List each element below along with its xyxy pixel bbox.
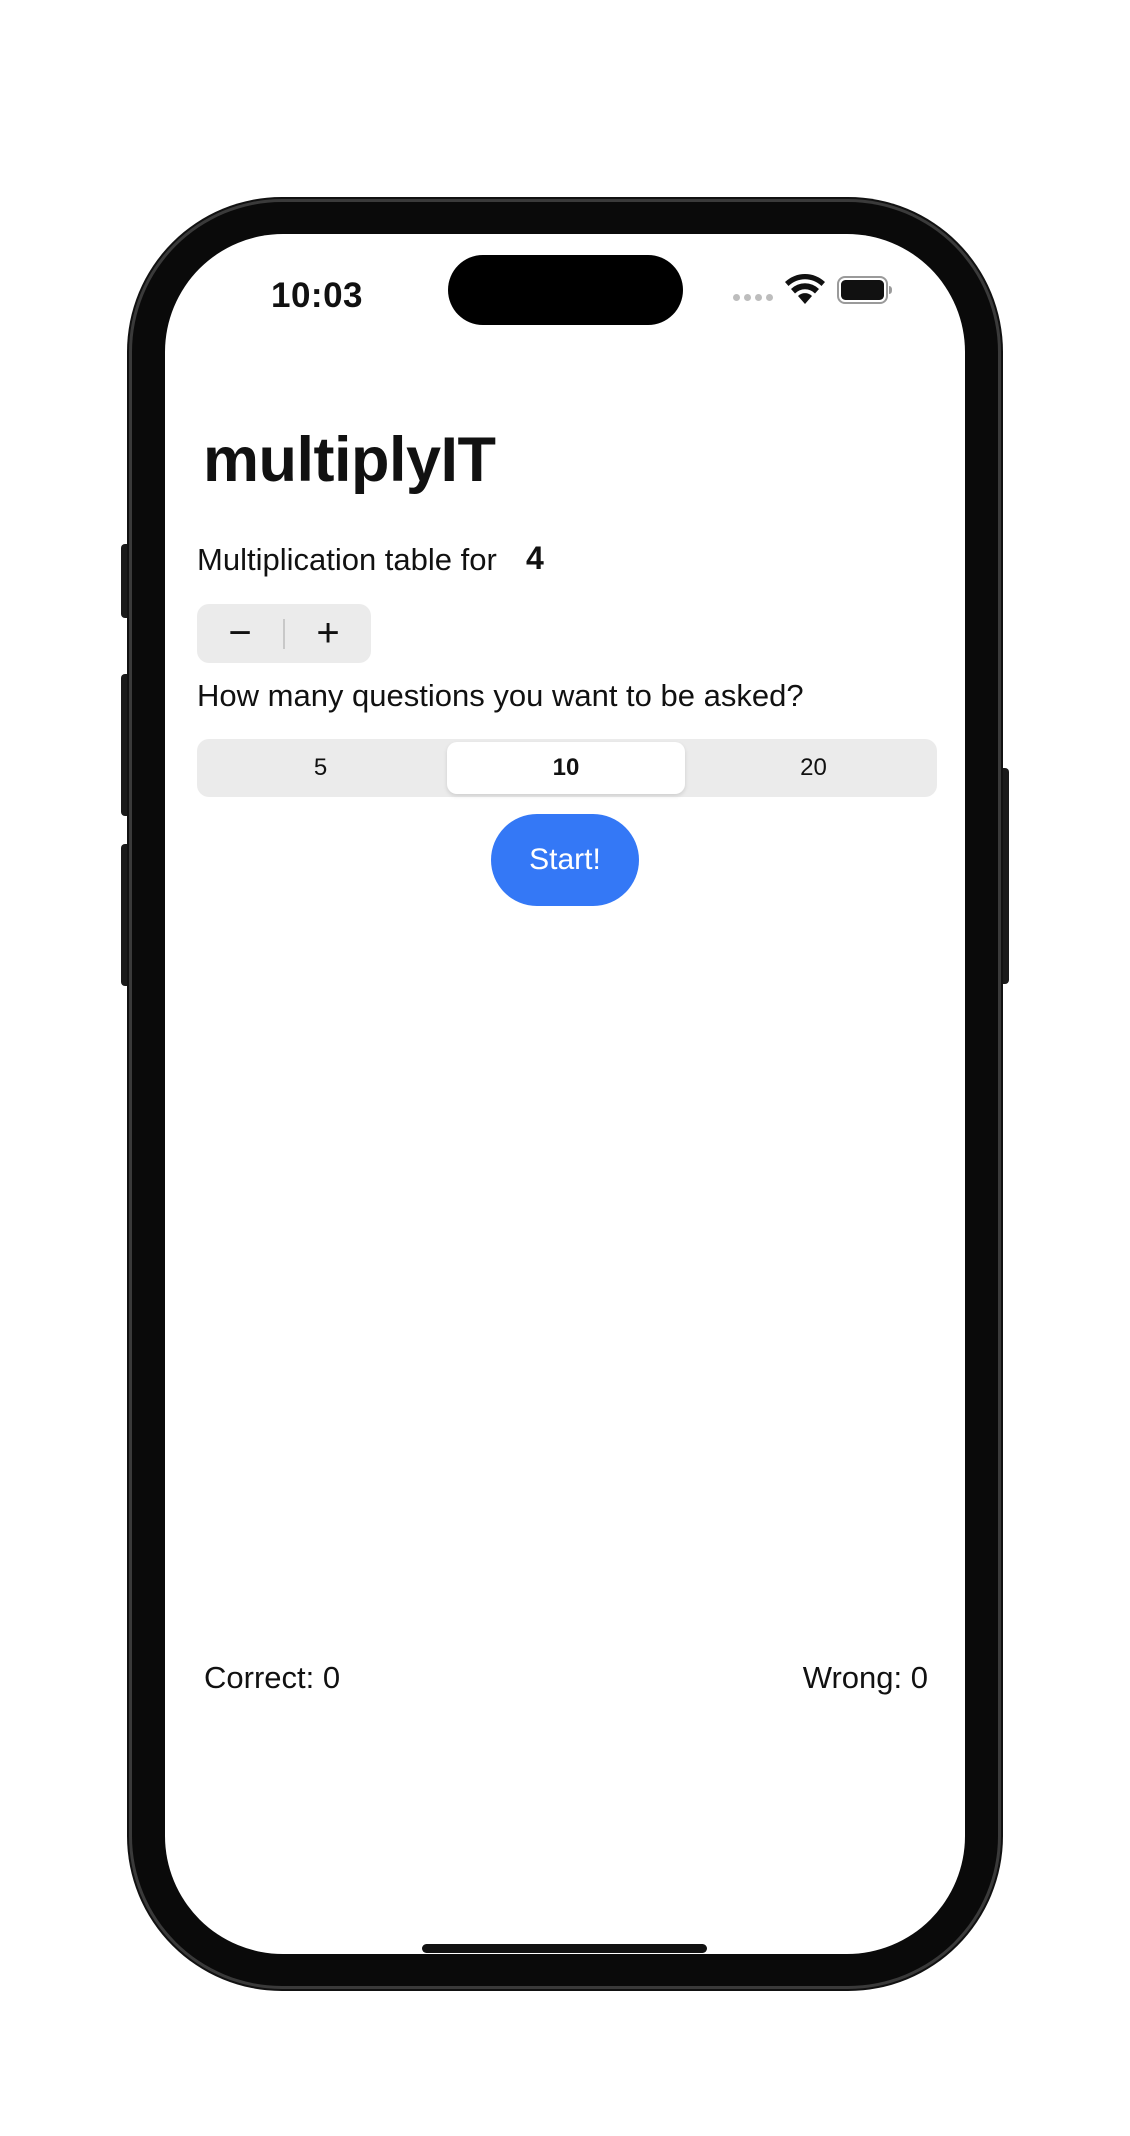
app-screen: 10:03 multiplyIT Multiplication table fo… — [165, 234, 965, 1954]
phone-frame: 10:03 multiplyIT Multiplication table fo… — [132, 202, 998, 1986]
table-label: Multiplication table for — [197, 542, 497, 577]
segment-5[interactable]: 5 — [197, 739, 444, 797]
plus-icon: + — [316, 611, 340, 655]
segment-20[interactable]: 20 — [690, 739, 937, 797]
segment-10-selected[interactable]: 10 — [447, 742, 685, 794]
start-button[interactable]: Start! — [491, 814, 639, 906]
page-title: multiplyIT — [203, 425, 496, 495]
table-value: 4 — [526, 540, 544, 576]
wifi-icon — [785, 274, 825, 304]
cellular-signal-icon — [733, 294, 773, 301]
home-indicator[interactable] — [422, 1944, 707, 1953]
decrement-button[interactable]: − — [197, 604, 283, 663]
wrong-count: Wrong: 0 — [802, 1660, 928, 1695]
questions-label: How many questions you want to be asked? — [197, 678, 804, 713]
minus-icon: − — [228, 611, 252, 655]
correct-count: Correct: 0 — [204, 1660, 341, 1695]
battery-icon — [837, 276, 892, 304]
status-time: 10:03 — [271, 276, 364, 315]
increment-button[interactable]: + — [285, 604, 371, 663]
table-stepper: − + — [197, 604, 371, 663]
dynamic-island — [448, 255, 683, 325]
questions-segmented-control: 5 10 20 — [197, 739, 937, 797]
device-frame-page: 10:03 multiplyIT Multiplication table fo… — [0, 0, 1130, 2136]
